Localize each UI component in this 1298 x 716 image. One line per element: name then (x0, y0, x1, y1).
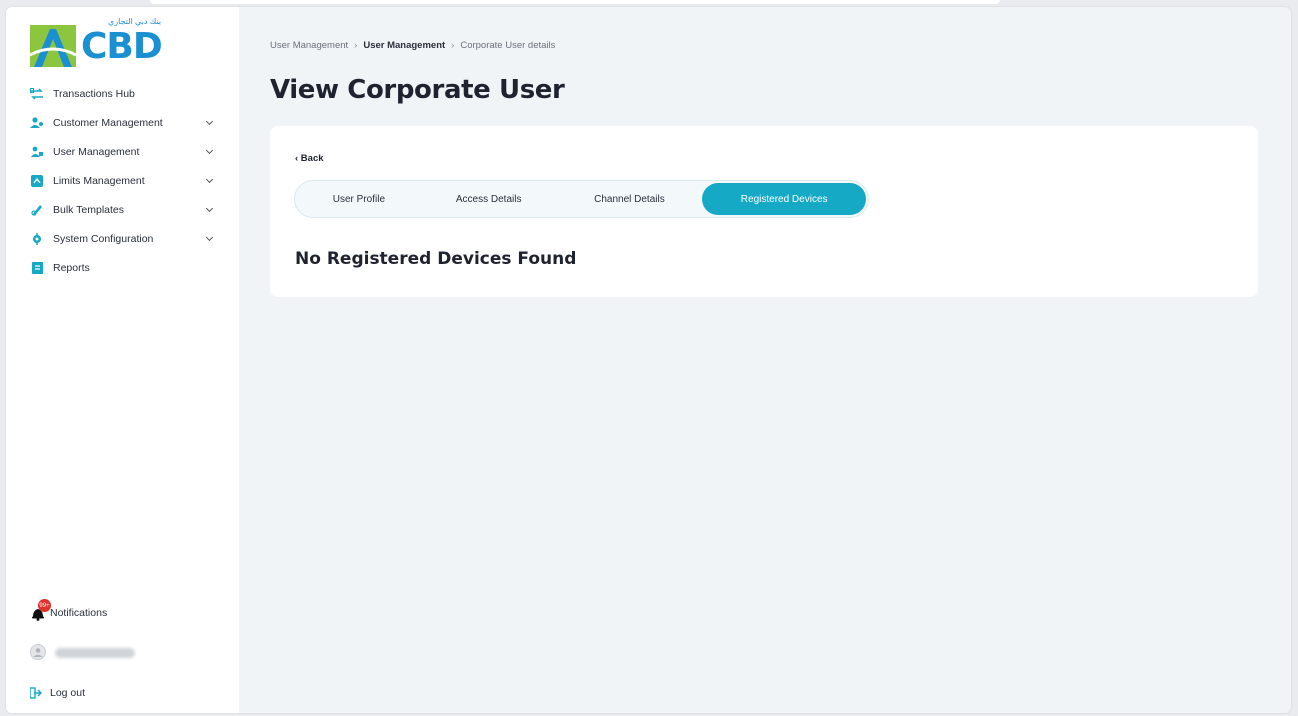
notifications-link[interactable]: 99+ Notifications (6, 593, 239, 633)
sidebar: بنك دبي التجاري CBD Transactions Hub Cus… (6, 7, 239, 713)
logout-link[interactable]: Log out (6, 673, 239, 713)
sidebar-item-customer-management[interactable]: Customer Management (6, 108, 239, 137)
breadcrumb-item-current: Corporate User details (460, 40, 556, 51)
browser-top-strip (150, 0, 1000, 4)
sidebar-item-user-management[interactable]: User Management (6, 137, 239, 166)
tab-user-profile[interactable]: User Profile (297, 183, 421, 215)
breadcrumb-item[interactable]: User Management (270, 40, 348, 51)
breadcrumb: User Management › User Management › Corp… (270, 40, 555, 51)
transfer-icon (30, 87, 44, 101)
breadcrumb-item[interactable]: User Management (363, 40, 445, 51)
sidebar-item-label: Reports (53, 261, 90, 274)
bell-icon: 99+ (30, 599, 51, 621)
chevron-down-icon[interactable] (205, 175, 214, 184)
sidebar-item-reports[interactable]: Reports (6, 253, 239, 282)
logo-mark-icon (30, 25, 76, 67)
sidebar-item-bulk-templates[interactable]: Bulk Templates (6, 195, 239, 224)
tab-registered-devices[interactable]: Registered Devices (702, 183, 867, 215)
notification-badge: 99+ (38, 599, 51, 612)
limits-icon (30, 174, 44, 188)
page-title: View Corporate User (270, 75, 565, 105)
breadcrumb-separator-icon: › (451, 40, 455, 51)
logout-label: Log out (50, 687, 86, 699)
avatar (30, 643, 46, 663)
report-icon (30, 261, 44, 275)
sidebar-nav: Transactions Hub Customer Management Use… (6, 79, 239, 282)
chevron-down-icon[interactable] (205, 204, 214, 213)
logo-arabic-text: بنك دبي التجاري (108, 17, 162, 26)
tab-access-details[interactable]: Access Details (421, 183, 557, 215)
user-profile-link[interactable] (6, 633, 239, 673)
template-icon (30, 203, 44, 217)
sidebar-item-label: Transactions Hub (53, 87, 135, 100)
notifications-label: Notifications (50, 607, 108, 619)
chevron-down-icon[interactable] (205, 233, 214, 242)
tab-bar: User Profile Access Details Channel Deta… (294, 180, 869, 218)
sidebar-bottom: 99+ Notifications Log out (6, 593, 239, 713)
chevron-down-icon[interactable] (205, 117, 214, 126)
sidebar-item-transactions-hub[interactable]: Transactions Hub (6, 79, 239, 108)
users-icon (30, 116, 44, 130)
logo-text: CBD (81, 26, 163, 67)
user-name-redacted (55, 648, 135, 658)
user-details-card: ‹ Back User Profile Access Details Chann… (270, 126, 1258, 297)
sidebar-item-label: System Configuration (53, 232, 154, 245)
chevron-down-icon[interactable] (205, 146, 214, 155)
config-icon (30, 232, 44, 246)
user-icon (30, 145, 44, 159)
app-window: بنك دبي التجاري CBD Transactions Hub Cus… (6, 7, 1291, 713)
back-link[interactable]: ‹ Back (295, 153, 324, 164)
sidebar-item-label: Bulk Templates (53, 203, 125, 216)
sidebar-item-label: Customer Management (53, 116, 163, 129)
sidebar-item-label: User Management (53, 145, 140, 158)
sidebar-item-system-configuration[interactable]: System Configuration (6, 224, 239, 253)
breadcrumb-separator-icon: › (354, 40, 358, 51)
logout-icon (30, 687, 44, 699)
tab-channel-details[interactable]: Channel Details (557, 183, 703, 215)
sidebar-item-label: Limits Management (53, 174, 145, 187)
main-content: User Management › User Management › Corp… (239, 7, 1291, 713)
empty-state-message: No Registered Devices Found (295, 249, 577, 269)
cbd-logo[interactable]: بنك دبي التجاري CBD (30, 15, 180, 67)
sidebar-item-limits-management[interactable]: Limits Management (6, 166, 239, 195)
